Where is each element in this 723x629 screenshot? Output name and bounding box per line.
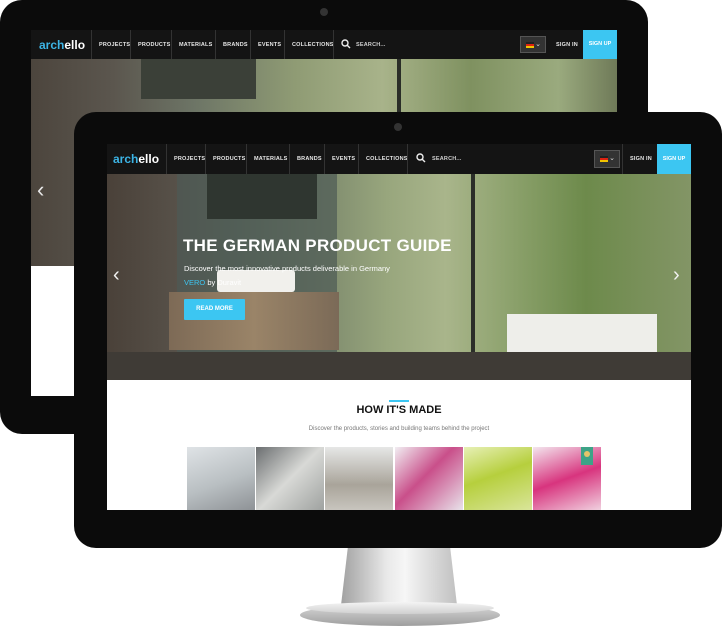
- project-thumbnail[interactable]: [256, 447, 324, 510]
- hero-title: THE GERMAN PRODUCT GUIDE: [183, 236, 452, 255]
- back-logo-suffix: ello: [64, 38, 86, 52]
- back-sign-in-link[interactable]: SIGN IN: [556, 42, 578, 48]
- project-thumbnail[interactable]: [533, 447, 601, 510]
- back-nav-divider: [215, 30, 216, 59]
- hero-subtitle: Discover the most innovative products de…: [184, 264, 390, 273]
- nav-divider: [358, 144, 359, 174]
- nav-divider: [407, 144, 408, 174]
- chevron-down-icon: ⌄: [535, 40, 541, 48]
- chevron-right-icon[interactable]: ›: [673, 264, 680, 287]
- nav-divider: [289, 144, 290, 174]
- monitor-stand-base-top: [306, 602, 494, 614]
- project-thumbnail[interactable]: [395, 447, 463, 510]
- back-search-input[interactable]: SEARCH...: [356, 42, 386, 48]
- project-thumbnail[interactable]: [325, 447, 393, 510]
- nav-divider: [166, 144, 167, 174]
- back-sign-up-button[interactable]: SIGN UP: [583, 30, 617, 59]
- award-ribbon-icon: [581, 447, 593, 465]
- back-nav-bar: archello PROJECTS PRODUCTS MATERIALS BRA…: [31, 30, 617, 59]
- front-monitor-camera: [394, 123, 402, 131]
- project-thumbnail[interactable]: [464, 447, 532, 510]
- hero-floor: [107, 352, 691, 380]
- logo-prefix: arch: [113, 152, 139, 166]
- nav-divider: [205, 144, 206, 174]
- back-nav-collections[interactable]: COLLECTIONS: [292, 42, 334, 48]
- nav-products[interactable]: PRODUCTS: [213, 156, 245, 162]
- back-language-select[interactable]: ⌄: [520, 36, 546, 53]
- back-nav-divider: [130, 30, 131, 59]
- nav-projects[interactable]: PROJECTS: [174, 156, 205, 162]
- back-monitor-camera: [320, 8, 328, 16]
- back-hero-mirror: [141, 59, 256, 99]
- back-chevron-left-icon[interactable]: ‹: [37, 177, 44, 203]
- german-flag-icon: [600, 156, 608, 162]
- hero-mirror: [207, 174, 317, 219]
- back-nav-divider: [91, 30, 92, 59]
- back-nav-products[interactable]: PRODUCTS: [138, 42, 170, 48]
- nav-brands[interactable]: BRANDS: [297, 156, 322, 162]
- back-nav-divider: [284, 30, 285, 59]
- section-accent-bar: [389, 400, 409, 402]
- language-select[interactable]: ⌄: [594, 150, 620, 168]
- read-more-button[interactable]: READ MORE: [184, 299, 245, 320]
- nav-divider: [622, 144, 623, 174]
- logo-suffix: ello: [138, 152, 160, 166]
- german-flag-icon: [526, 41, 534, 48]
- back-nav-divider: [171, 30, 172, 59]
- sign-in-link[interactable]: SIGN IN: [630, 156, 652, 162]
- back-search-icon[interactable]: [341, 39, 351, 49]
- project-thumbnails: [187, 447, 601, 510]
- hero-product-link[interactable]: VERO: [184, 278, 205, 287]
- nav-divider: [246, 144, 247, 174]
- nav-collections[interactable]: COLLECTIONS: [366, 156, 408, 162]
- section-title: HOW IT'S MADE: [356, 404, 442, 416]
- monitor-mockup: archello PROJECTS PRODUCTS MATERIALS BRA…: [0, 0, 723, 629]
- project-thumbnail[interactable]: [187, 447, 255, 510]
- back-nav-events[interactable]: EVENTS: [258, 42, 281, 48]
- search-icon[interactable]: [416, 153, 426, 163]
- back-nav-brands[interactable]: BRANDS: [223, 42, 248, 48]
- hero-product-line: VERO by Duravit: [184, 278, 241, 287]
- nav-divider: [324, 144, 325, 174]
- nav-bar: archello PROJECTS PRODUCTS MATERIALS BRA…: [107, 144, 691, 174]
- nav-materials[interactable]: MATERIALS: [254, 156, 287, 162]
- chevron-left-icon[interactable]: ‹: [113, 264, 120, 287]
- back-nav-divider: [333, 30, 334, 59]
- logo[interactable]: archello: [113, 152, 159, 166]
- back-logo-prefix: arch: [39, 38, 65, 52]
- hero-product-brand: by Duravit: [205, 278, 242, 287]
- sign-up-button[interactable]: SIGN UP: [657, 144, 691, 174]
- front-monitor-screen: archello PROJECTS PRODUCTS MATERIALS BRA…: [107, 144, 691, 510]
- hero-window-frame: [471, 174, 475, 354]
- hero-bathtub: [507, 314, 657, 354]
- back-nav-projects[interactable]: PROJECTS: [99, 42, 130, 48]
- back-nav-divider: [250, 30, 251, 59]
- back-nav-materials[interactable]: MATERIALS: [179, 42, 212, 48]
- back-logo[interactable]: archello: [39, 38, 85, 52]
- hero-banner: THE GERMAN PRODUCT GUIDE Discover the mo…: [107, 174, 691, 380]
- chevron-down-icon: ⌄: [609, 155, 615, 162]
- search-input[interactable]: SEARCH...: [432, 156, 462, 162]
- section-subtitle: Discover the products, stories and build…: [308, 426, 490, 432]
- nav-events[interactable]: EVENTS: [332, 156, 355, 162]
- monitor-stand-neck: [340, 548, 458, 610]
